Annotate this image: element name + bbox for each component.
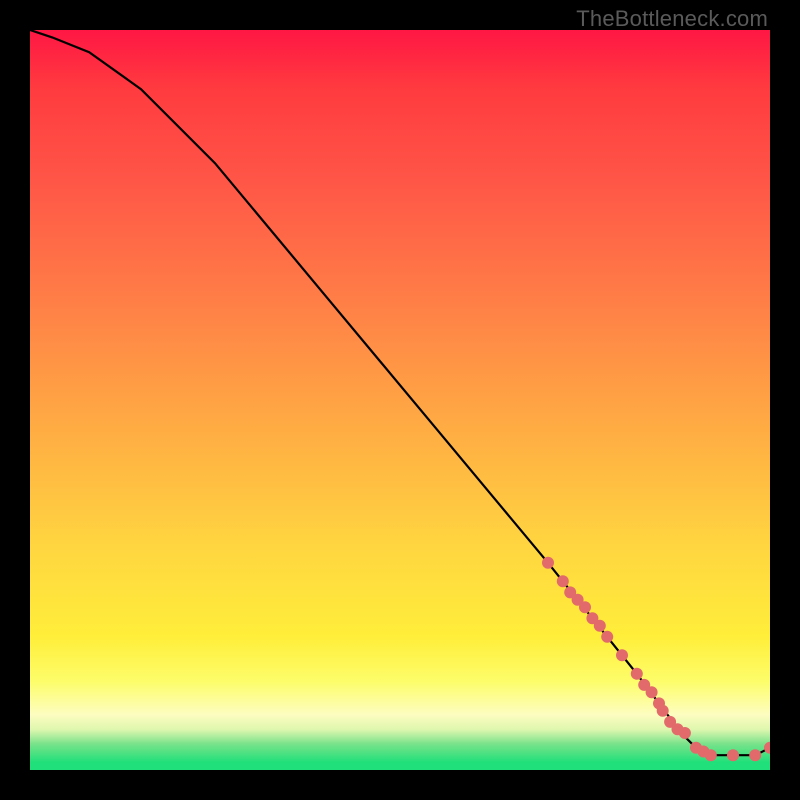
chart-frame: TheBottleneck.com <box>0 0 800 800</box>
data-marker <box>631 668 643 680</box>
data-marker <box>601 631 613 643</box>
chart-overlay <box>30 30 770 770</box>
data-marker <box>727 749 739 761</box>
marker-group <box>542 557 770 761</box>
attribution-text: TheBottleneck.com <box>576 6 768 32</box>
data-marker <box>705 749 717 761</box>
data-marker <box>616 649 628 661</box>
data-marker <box>657 705 669 717</box>
data-marker <box>579 601 591 613</box>
data-marker <box>749 749 761 761</box>
main-curve <box>30 30 770 755</box>
data-marker <box>679 727 691 739</box>
data-marker <box>542 557 554 569</box>
data-marker <box>764 742 770 754</box>
data-marker <box>557 575 569 587</box>
data-marker <box>594 620 606 632</box>
data-marker <box>646 686 658 698</box>
